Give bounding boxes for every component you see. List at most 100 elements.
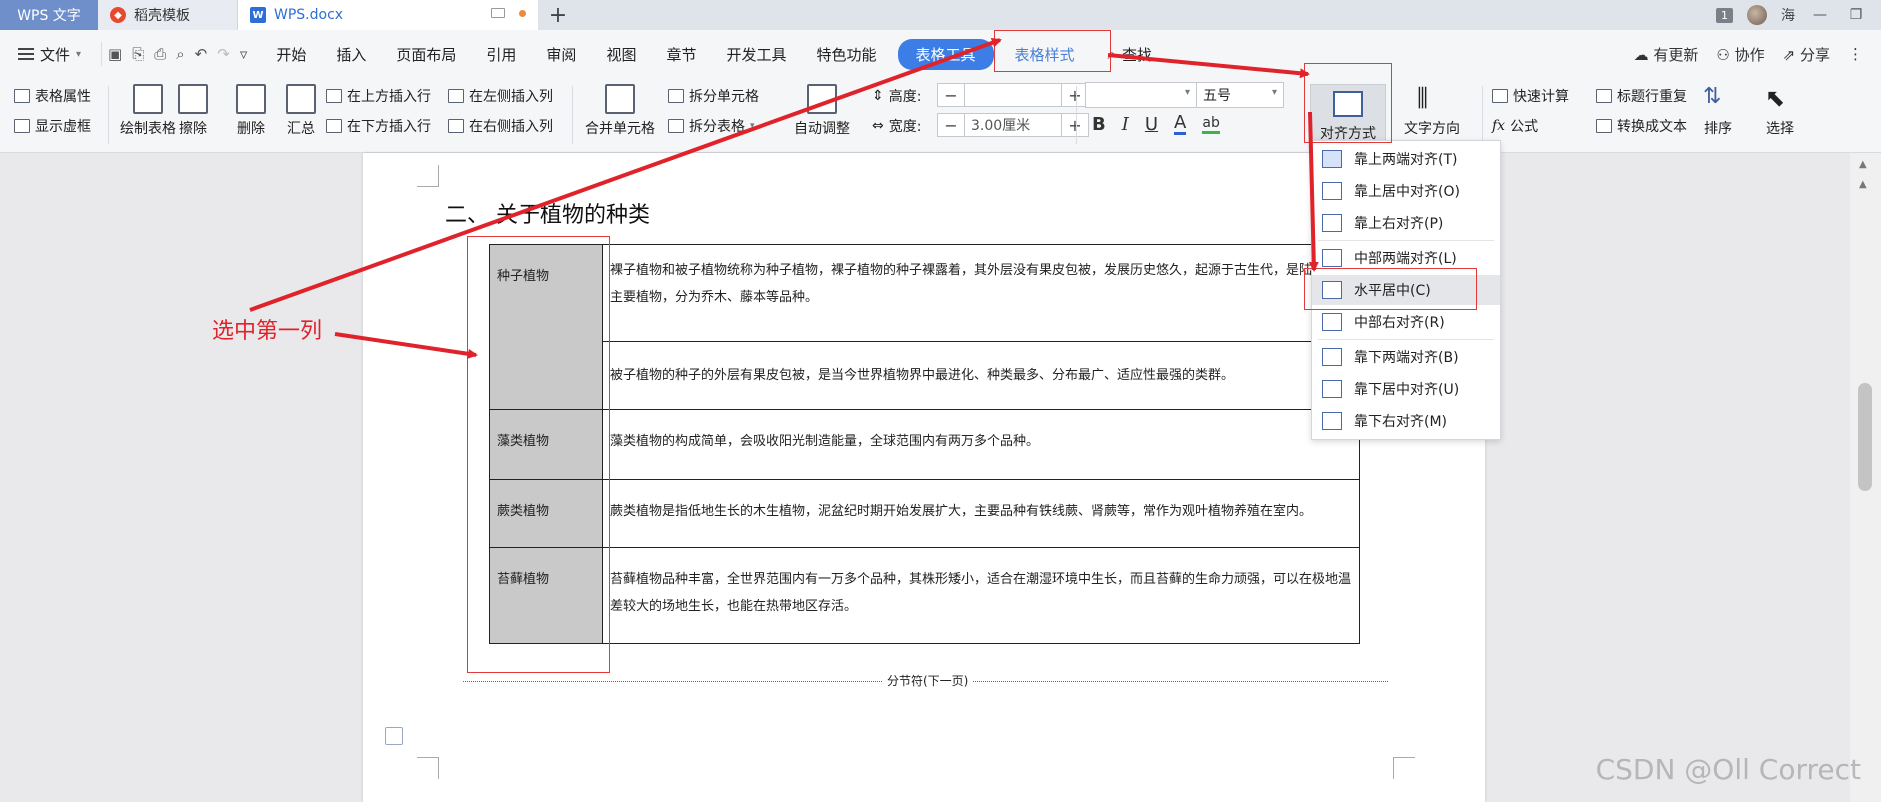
table-properties-button[interactable]: 表格属性 bbox=[14, 86, 91, 106]
share-button[interactable]: ⇗ 分享 bbox=[1783, 44, 1830, 65]
table-row[interactable]: 苔藓植物 苔藓植物品种丰富，全世界范围内有一万多个品种，其株形矮小，适合在潮湿环… bbox=[489, 547, 1360, 644]
menu-item-align-middle-justify[interactable]: 中部两端对齐(L) bbox=[1312, 243, 1500, 273]
insert-row-above-button[interactable]: 在上方插入行 bbox=[326, 86, 431, 106]
format-painter-icon[interactable]: ⎘ bbox=[132, 45, 144, 63]
font-size-select[interactable]: 五号 ▾ bbox=[1196, 82, 1284, 108]
tab-review[interactable]: 审阅 bbox=[531, 44, 591, 65]
width-stepper[interactable]: − 3.00厘米 + bbox=[937, 113, 1089, 137]
plant-table[interactable]: 种子植物 裸子植物和被子植物统称为种子植物，裸子植物的种子裸露着，其外层没有果皮… bbox=[489, 244, 1360, 644]
tab-table-style[interactable]: 表格样式 bbox=[1000, 44, 1090, 65]
file-menu[interactable]: 文件 ▾ bbox=[0, 44, 95, 65]
height-value[interactable] bbox=[964, 84, 1062, 106]
print-icon[interactable]: ⎙ bbox=[154, 45, 166, 63]
more-options-icon[interactable]: ⋮ bbox=[1848, 45, 1863, 63]
table-cell-desc[interactable]: 被子植物的种子的外层有果皮包被，是当今世界植物界中最进化、种类最多、分布最广、适… bbox=[602, 341, 1360, 410]
tab-insert[interactable]: 插入 bbox=[321, 44, 381, 65]
minimize-icon[interactable]: — bbox=[1809, 7, 1831, 23]
document-canvas[interactable]: 二、 关于植物的种类 种子植物 裸子植物和被子植物统称为种子植物，裸子植物的种子… bbox=[0, 153, 1850, 802]
paragraph-layout-icon[interactable] bbox=[385, 727, 403, 745]
italic-icon[interactable]: I bbox=[1122, 114, 1129, 135]
menu-item-align-top-justify[interactable]: 靠上两端对齐(T) bbox=[1312, 144, 1500, 174]
sort-button[interactable]: ⇅ 排序 bbox=[1694, 84, 1742, 138]
menu-item-align-top-center[interactable]: 靠上居中对齐(O) bbox=[1312, 176, 1500, 206]
convert-text-button[interactable]: 转换成文本 bbox=[1596, 116, 1687, 136]
underline-icon[interactable]: U bbox=[1145, 114, 1158, 135]
section-heading[interactable]: 二、 关于植物的种类 bbox=[445, 197, 650, 229]
save-icon[interactable]: ▣ bbox=[108, 45, 122, 63]
table-row[interactable]: 种子植物 裸子植物和被子植物统称为种子植物，裸子植物的种子裸露着，其外层没有果皮… bbox=[489, 244, 1360, 410]
width-value[interactable]: 3.00厘米 bbox=[964, 114, 1062, 136]
text-direction-button[interactable]: ⫼ 文字方向 bbox=[1392, 84, 1472, 138]
auto-adjust-button[interactable]: 自动调整 bbox=[782, 84, 862, 138]
table-row[interactable]: 被子植物的种子的外层有果皮包被，是当今世界植物界中最进化、种类最多、分布最广、适… bbox=[490, 341, 1360, 410]
tab-page-layout[interactable]: 页面布局 bbox=[381, 44, 471, 65]
width-increase-button[interactable]: + bbox=[1062, 116, 1088, 135]
tab-home[interactable]: 开始 bbox=[261, 44, 321, 65]
formula-button[interactable]: fx 公式 bbox=[1492, 116, 1538, 136]
menu-item-align-bottom-justify[interactable]: 靠下两端对齐(B) bbox=[1312, 342, 1500, 372]
table-cell-desc[interactable]: 苔藓植物品种丰富，全世界范围内有一万多个品种，其株形矮小，适合在潮湿环境中生长，… bbox=[602, 547, 1360, 644]
delete-button[interactable]: 删除 bbox=[226, 84, 276, 138]
table-row[interactable]: 蕨类植物 蕨类植物是指低地生长的木生植物，泥盆纪时期开始发展扩大，主要品种有铁线… bbox=[489, 479, 1360, 548]
avatar[interactable] bbox=[1747, 5, 1767, 25]
insert-col-left-button[interactable]: 在左侧插入列 bbox=[448, 86, 553, 106]
table-cell-name[interactable]: 种子植物 bbox=[489, 244, 603, 410]
width-decrease-button[interactable]: − bbox=[938, 116, 964, 135]
scroll-up-icon[interactable]: ▲ bbox=[1859, 179, 1867, 190]
table-cell-desc[interactable]: 裸子植物和被子植物统称为种子植物，裸子植物的种子裸露着，其外层没有果皮包被，发展… bbox=[602, 244, 1360, 342]
tab-developer[interactable]: 开发工具 bbox=[711, 44, 801, 65]
restore-icon[interactable]: ❐ bbox=[1845, 7, 1867, 23]
insert-row-below-button[interactable]: 在下方插入行 bbox=[326, 116, 431, 136]
template-tab[interactable]: ◆ 稻壳模板 bbox=[98, 0, 238, 30]
scroll-thumb[interactable] bbox=[1858, 383, 1872, 491]
search-button[interactable]: ⌕ 查找 bbox=[1090, 44, 1152, 65]
collab-button[interactable]: ⚇ 协作 bbox=[1716, 44, 1764, 65]
repeat-header-button[interactable]: 标题行重复 bbox=[1596, 86, 1687, 106]
bold-icon[interactable]: B bbox=[1092, 114, 1106, 135]
align-button[interactable]: 对齐方式 bbox=[1310, 84, 1386, 148]
document-tab[interactable]: W WPS.docx bbox=[238, 0, 538, 30]
scroll-up-icon[interactable]: ▲ bbox=[1859, 159, 1867, 170]
split-table-button[interactable]: 拆分表格 ▾ bbox=[668, 116, 755, 136]
app-tab[interactable]: WPS 文字 bbox=[0, 0, 98, 30]
tab-references[interactable]: 引用 bbox=[471, 44, 531, 65]
user-name[interactable]: 海 bbox=[1781, 5, 1795, 25]
vertical-scrollbar[interactable]: ▲ ▲ bbox=[1850, 153, 1881, 802]
monitor-icon[interactable] bbox=[491, 8, 505, 18]
merge-cells-button[interactable]: 合并单元格 bbox=[580, 84, 660, 138]
menu-item-align-middle-right[interactable]: 中部右对齐(R) bbox=[1312, 307, 1500, 337]
quick-calc-button[interactable]: 快速计算 bbox=[1492, 86, 1569, 106]
table-cell-name[interactable]: 藻类植物 bbox=[489, 409, 603, 480]
split-cells-button[interactable]: 拆分单元格 bbox=[668, 86, 759, 106]
height-stepper[interactable]: − + bbox=[937, 83, 1089, 107]
height-decrease-button[interactable]: − bbox=[938, 86, 964, 105]
table-cell-desc[interactable]: 藻类植物的构成简单，会吸收阳光制造能量，全球范围内有两万多个品种。 bbox=[602, 409, 1360, 480]
menu-item-align-top-right[interactable]: 靠上右对齐(P) bbox=[1312, 208, 1500, 238]
update-button[interactable]: ☁ 有更新 bbox=[1634, 44, 1699, 65]
summary-button[interactable]: 汇总 bbox=[278, 84, 324, 138]
table-cell-desc[interactable]: 蕨类植物是指低地生长的木生植物，泥盆纪时期开始发展扩大，主要品种有铁线蕨、肾蕨等… bbox=[602, 479, 1360, 548]
font-color-icon[interactable]: A bbox=[1174, 114, 1187, 135]
table-cell-name[interactable]: 蕨类植物 bbox=[489, 479, 603, 548]
undo-icon[interactable]: ↶ bbox=[195, 45, 208, 63]
menu-item-align-bottom-right[interactable]: 靠下右对齐(M) bbox=[1312, 406, 1500, 436]
redo-icon[interactable]: ↷ bbox=[217, 45, 230, 63]
new-tab-button[interactable]: + bbox=[538, 0, 578, 30]
menu-item-align-bottom-center[interactable]: 靠下居中对齐(U) bbox=[1312, 374, 1500, 404]
more-icon[interactable]: ▿ bbox=[240, 45, 248, 63]
highlight-icon[interactable]: ab bbox=[1202, 115, 1220, 134]
insert-col-right-button[interactable]: 在右侧插入列 bbox=[448, 116, 553, 136]
tab-special[interactable]: 特色功能 bbox=[801, 44, 891, 65]
tab-table-tools[interactable]: 表格工具 bbox=[897, 38, 994, 70]
tab-section[interactable]: 章节 bbox=[651, 44, 711, 65]
print-preview-icon[interactable]: ⌕ bbox=[176, 45, 184, 63]
menu-item-align-middle-center[interactable]: 水平居中(C) bbox=[1312, 275, 1500, 305]
erase-button[interactable]: 擦除 bbox=[170, 84, 216, 138]
table-row[interactable]: 藻类植物 藻类植物的构成简单，会吸收阳光制造能量，全球范围内有两万多个品种。 bbox=[489, 409, 1360, 480]
table-cell-name[interactable]: 苔藓植物 bbox=[489, 547, 603, 644]
tab-view[interactable]: 视图 bbox=[591, 44, 651, 65]
select-button[interactable]: ⬉ 选择 bbox=[1752, 84, 1808, 138]
window-count-badge[interactable]: 1 bbox=[1716, 7, 1733, 23]
show-grid-button[interactable]: 显示虚框 bbox=[14, 116, 91, 136]
font-family-select[interactable]: ▾ bbox=[1085, 82, 1197, 108]
